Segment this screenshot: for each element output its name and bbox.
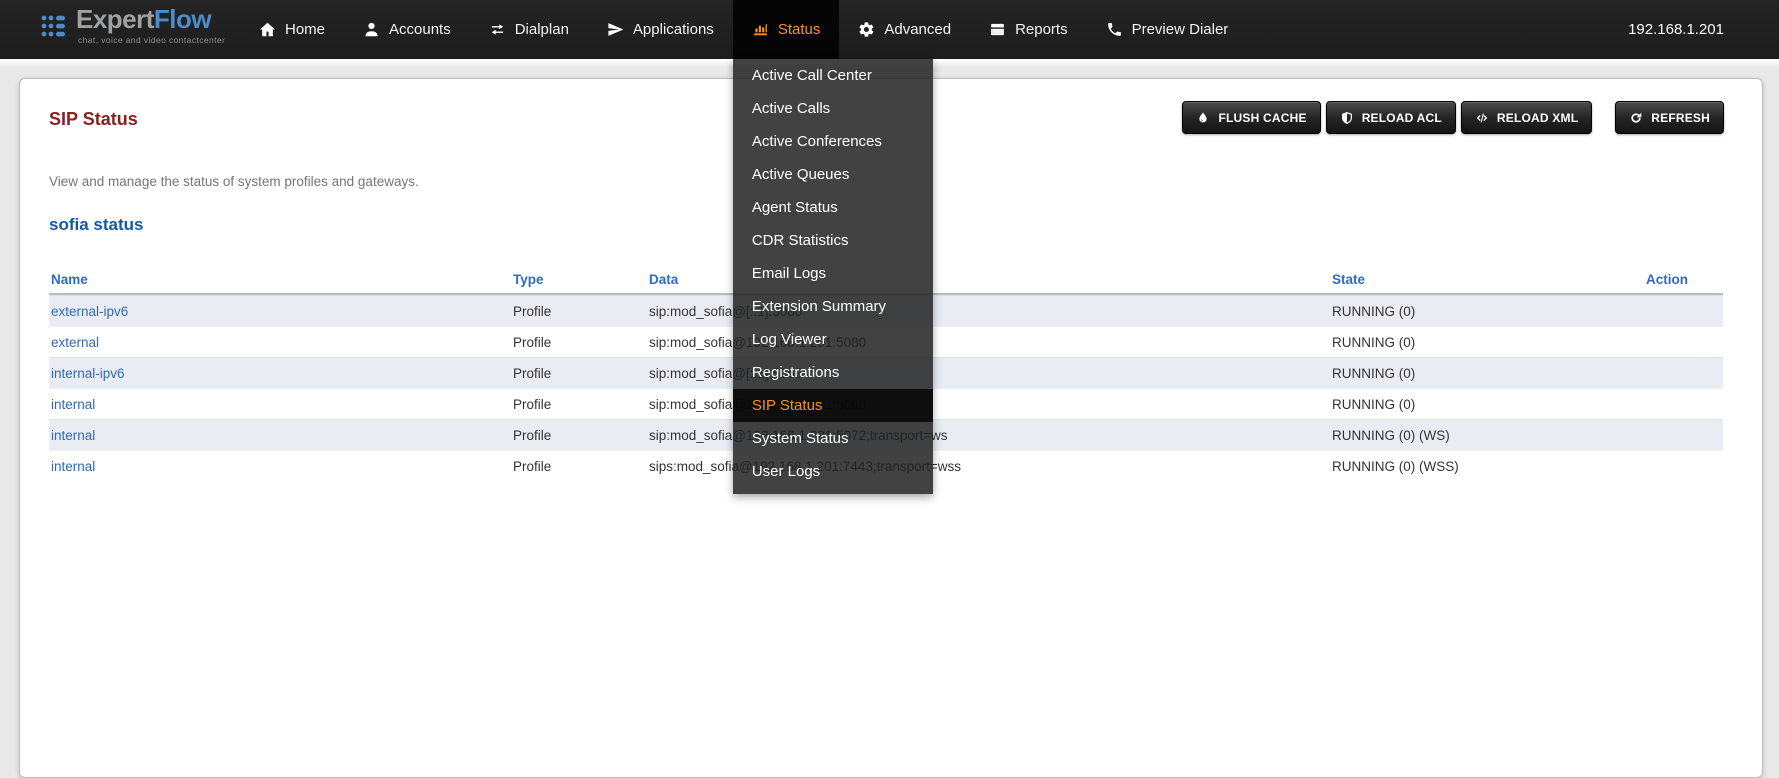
menu-item-system-status[interactable]: System Status — [733, 422, 933, 455]
menu-item-sip-status[interactable]: SIP Status — [733, 389, 933, 422]
nav-item-accounts[interactable]: Accounts — [344, 0, 470, 59]
nav-item-applications[interactable]: Applications — [588, 0, 733, 59]
menu-item-active-call-center[interactable]: Active Call Center — [733, 59, 933, 92]
profile-link[interactable]: internal — [51, 397, 95, 412]
menu-item-active-calls[interactable]: Active Calls — [733, 92, 933, 125]
brand-name: ExpertFlow — [76, 6, 225, 32]
menu-item-cdr-statistics[interactable]: CDR Statistics — [733, 224, 933, 257]
refresh-button[interactable]: REFRESH — [1615, 101, 1724, 134]
server-ip: 192.168.1.201 — [1628, 0, 1724, 59]
code-icon — [1475, 111, 1489, 125]
profile-link[interactable]: internal-ipv6 — [51, 366, 125, 381]
col-header-action: Action — [1644, 272, 1723, 287]
top-navbar: ExpertFlow chat, voice and video contact… — [0, 0, 1779, 59]
user-icon — [363, 21, 380, 38]
menu-item-active-conferences[interactable]: Active Conferences — [733, 125, 933, 158]
nav-item-home[interactable]: Home — [240, 0, 344, 59]
gear-icon — [858, 21, 875, 38]
report-window-icon — [989, 21, 1006, 38]
col-header-type: Type — [511, 272, 647, 287]
refresh-icon — [1629, 111, 1643, 125]
menu-item-log-viewer[interactable]: Log Viewer — [733, 323, 933, 356]
menu-item-user-logs[interactable]: User Logs — [733, 455, 933, 488]
transfer-arrows-icon — [489, 21, 506, 38]
profile-link[interactable]: internal — [51, 459, 95, 474]
profile-link[interactable]: external-ipv6 — [51, 304, 128, 319]
menu-item-registrations[interactable]: Registrations — [733, 356, 933, 389]
brand-tagline: chat, voice and video contactcenter — [76, 35, 225, 45]
menu-item-agent-status[interactable]: Agent Status — [733, 191, 933, 224]
paper-plane-icon — [607, 21, 624, 38]
brand-dots-icon — [40, 13, 68, 39]
nav-item-status[interactable]: Status Active Call Center Active Calls A… — [733, 0, 840, 59]
droplet-icon — [1196, 111, 1210, 125]
profile-link[interactable]: external — [51, 335, 99, 350]
status-dropdown-menu: Active Call Center Active Calls Active C… — [733, 59, 933, 494]
flush-cache-button[interactable]: FLUSH CACHE — [1182, 101, 1320, 134]
reload-acl-button[interactable]: RELOAD ACL — [1326, 101, 1456, 134]
col-header-state: State — [1330, 272, 1644, 287]
reload-xml-button[interactable]: RELOAD XML — [1461, 101, 1592, 134]
home-icon — [259, 21, 276, 38]
nav-item-advanced[interactable]: Advanced — [839, 0, 970, 59]
profile-link[interactable]: internal — [51, 428, 95, 443]
main-nav: Home Accounts Dialplan Applications Stat… — [240, 0, 1247, 59]
nav-item-dialplan[interactable]: Dialplan — [470, 0, 588, 59]
menu-item-active-queues[interactable]: Active Queues — [733, 158, 933, 191]
col-header-name: Name — [49, 272, 511, 287]
nav-item-reports[interactable]: Reports — [970, 0, 1087, 59]
shield-icon — [1340, 111, 1354, 125]
menu-item-extension-summary[interactable]: Extension Summary — [733, 290, 933, 323]
phone-icon — [1106, 21, 1123, 38]
bar-chart-icon — [752, 21, 769, 38]
toolbar: FLUSH CACHE RELOAD ACL RELOAD XML REFRES… — [1182, 101, 1724, 134]
menu-item-email-logs[interactable]: Email Logs — [733, 257, 933, 290]
nav-item-preview-dialer[interactable]: Preview Dialer — [1087, 0, 1248, 59]
brand-logo[interactable]: ExpertFlow chat, voice and video contact… — [40, 6, 225, 45]
